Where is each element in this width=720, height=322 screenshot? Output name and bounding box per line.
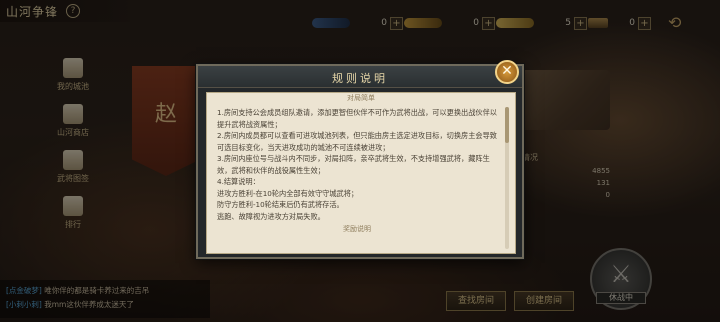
rule-item: 进攻方胜利-在10轮内全部有效守守城武将； [217,188,359,198]
dialog-title: 规则说明 [332,72,388,85]
rule-item: 4.结算说明： [217,177,260,186]
dialog-header: 规则说明 [198,66,522,88]
rule-item: 防守方胜利-10轮结束后仍有武将存活。 [217,200,344,209]
rule-item: 2.房间内成员都可以查看可进攻城池列表，但只能由房主选定进攻目标，切换房主会导致… [217,131,497,152]
rule-item: 1.房间支持公会成员组队邀请，添加更智但伙伴不可作为武将出战，可以更换出战伙伴以… [217,108,497,129]
rules-dialog: 规则说明 ✕ 对局简单 1.房间支持公会成员组队邀请，添加更智但伙伴不可作为武将… [196,60,524,259]
rules-list[interactable]: 1.房间支持公会成员组队邀请，添加更智但伙伴不可作为武将出战，可以更换出战伙伴以… [217,107,497,251]
scrollbar-thumb[interactable] [505,107,509,143]
close-button[interactable]: ✕ [495,60,519,84]
rules-subtitle: 对局简单 [347,94,375,102]
rule-item: 3.房间内座位号与战斗内不同步，对局扣阵，亲卒武将生效，不支持增强武将，藏阵生效… [217,154,490,175]
rules-scrollbar[interactable] [505,107,509,249]
rule-item: 逃跑、故障视为进攻方对局失败。 [217,211,325,221]
rules-section-heading: 奖励说明 [343,225,371,233]
rules-paper: 对局简单 1.房间支持公会成员组队邀请，添加更智但伙伴不可作为武将出战，可以更换… [206,92,516,254]
